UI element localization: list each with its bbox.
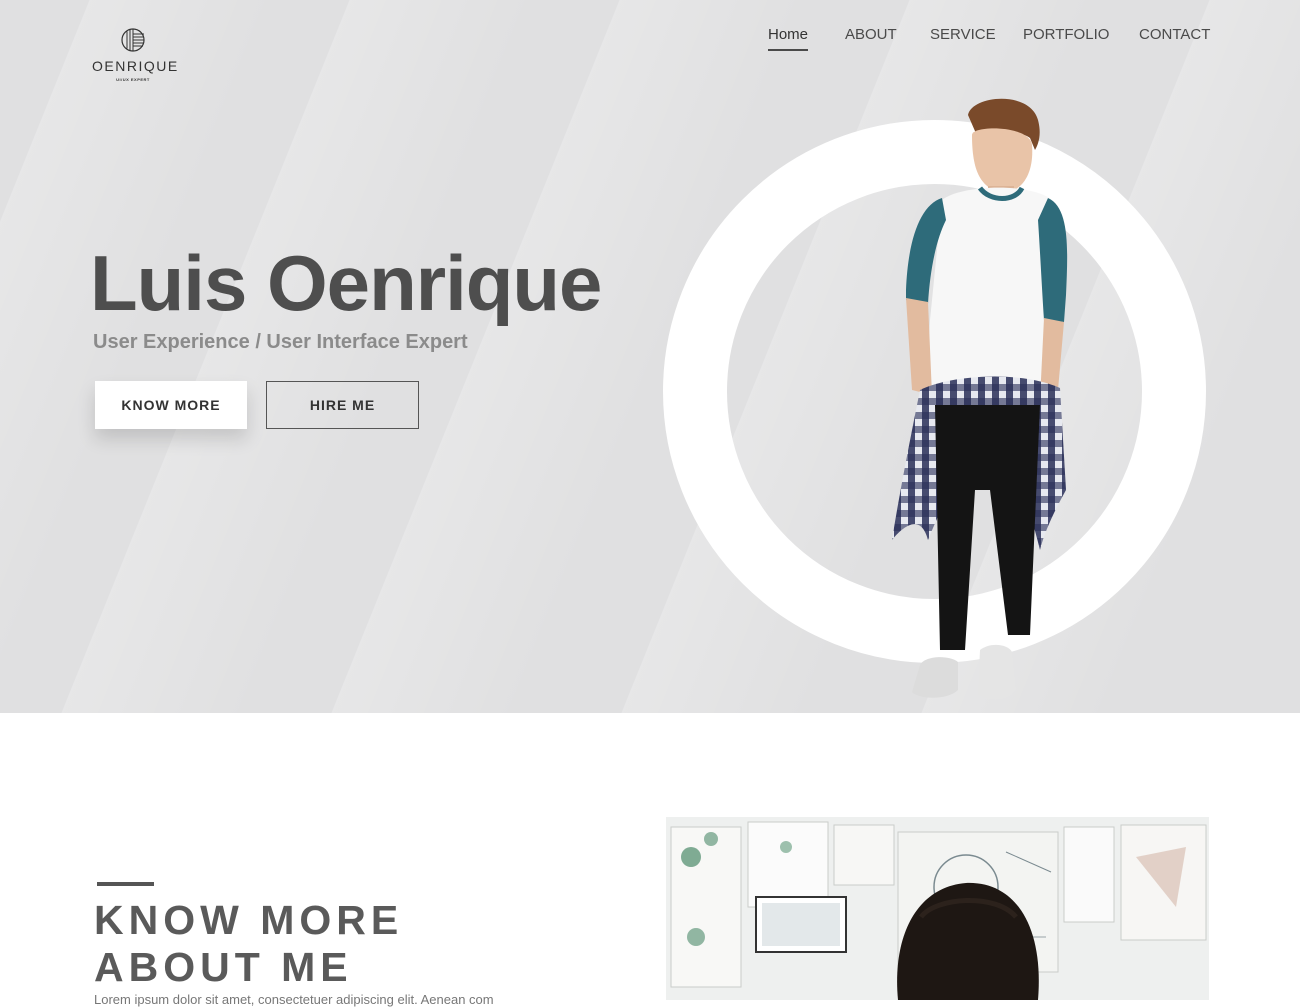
hero-subtitle: User Experience / User Interface Expert [93, 331, 468, 353]
about-heading: KNOW MORE ABOUT ME [94, 897, 403, 991]
logo-name: OENRIQUE [92, 58, 179, 74]
logo-tagline: UI/UX EXPERT [116, 77, 150, 82]
workspace-photo [666, 817, 1209, 1000]
about-section: KNOW MORE ABOUT ME Lorem ipsum dolor sit… [0, 713, 1300, 1007]
hire-me-button[interactable]: HIRE ME [266, 381, 419, 429]
hero-section: OENRIQUE UI/UX EXPERT Home ABOUT SERVICE… [0, 0, 1300, 713]
nav-item-contact[interactable]: CONTACT [1139, 26, 1210, 49]
person-photo [892, 98, 1068, 700]
main-nav: Home ABOUT SERVICE PORTFOLIO CONTACT [0, 26, 1300, 56]
nav-item-service[interactable]: SERVICE [930, 26, 996, 49]
about-heading-line2: ABOUT ME [94, 944, 353, 990]
know-more-button[interactable]: KNOW MORE [95, 381, 247, 429]
nav-item-portfolio[interactable]: PORTFOLIO [1023, 26, 1109, 49]
about-heading-line1: KNOW MORE [94, 897, 404, 943]
nav-item-about[interactable]: ABOUT [845, 26, 897, 49]
hero-name-heading: Luis Oenrique [90, 239, 602, 327]
nav-item-home[interactable]: Home [768, 26, 809, 51]
section-divider [97, 882, 154, 886]
